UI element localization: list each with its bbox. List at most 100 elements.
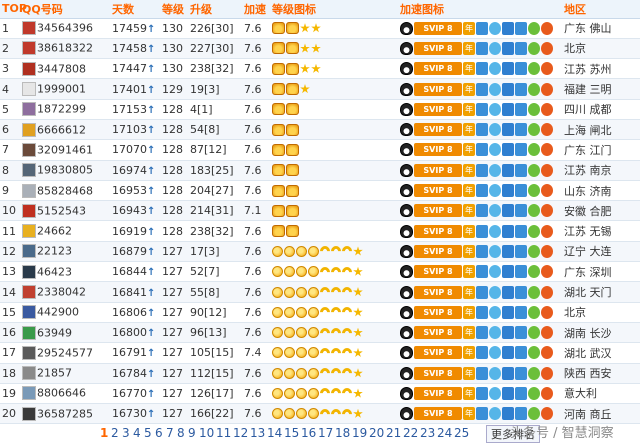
qq-number[interactable]: 6666612 — [37, 123, 86, 136]
game-icon — [528, 346, 540, 360]
qq-cell[interactable]: 2338042 — [20, 281, 110, 303]
page-link[interactable]: 3 — [122, 426, 130, 440]
qq-cell[interactable]: 8806646 — [20, 383, 110, 405]
table-header-row: TOP QQ号码 天数 等级 升级 加速 等级图标 加速图标 地区 — [0, 0, 640, 19]
page-link[interactable]: 18 — [335, 426, 350, 440]
page-link[interactable]: 21 — [386, 426, 401, 440]
qq-number[interactable]: 36587285 — [37, 407, 93, 420]
medal-icon — [541, 326, 553, 340]
qq-number[interactable]: 24662 — [37, 225, 72, 238]
page-link[interactable]: 14 — [267, 426, 282, 440]
qq-number[interactable]: 22123 — [37, 245, 72, 258]
qq-cell[interactable]: 38618322 — [20, 38, 110, 60]
qq-number[interactable]: 63949 — [37, 326, 72, 339]
qq-cell[interactable]: 22123 — [20, 241, 110, 263]
qq-number[interactable]: 34564396 — [37, 22, 93, 35]
crown-icon — [272, 164, 285, 177]
game-icon — [528, 224, 540, 238]
page-link[interactable]: 15 — [284, 426, 299, 440]
qq-cell[interactable]: 29524577 — [20, 342, 110, 364]
qzone-icon — [489, 386, 501, 400]
qq-cell[interactable]: 19830805 — [20, 160, 110, 181]
annual-badge: 年 — [463, 102, 475, 116]
qq-number[interactable]: 29524577 — [37, 346, 93, 359]
days-cell: 16730↑ — [110, 403, 160, 425]
qq-number[interactable]: 46423 — [37, 265, 72, 278]
qq-cell[interactable]: 21857 — [20, 363, 110, 384]
qq-cell[interactable]: 442900 — [20, 302, 110, 323]
qq-penguin-icon — [400, 386, 413, 400]
qq-number[interactable]: 32091461 — [37, 143, 93, 156]
days-cell: 16943↑ — [110, 200, 160, 222]
qq-cell[interactable]: 46423 — [20, 261, 110, 283]
page-link[interactable]: 24 — [437, 426, 452, 440]
region-cell: 江苏 苏州 — [562, 58, 640, 80]
page-link[interactable]: 17 — [318, 426, 333, 440]
qq-number[interactable]: 38618322 — [37, 42, 93, 55]
star-icon — [311, 23, 321, 33]
sun-icon — [308, 347, 319, 359]
mail-icon — [515, 163, 527, 177]
qq-number[interactable]: 1872299 — [37, 103, 86, 116]
crown-icon — [272, 83, 285, 96]
speed-cell: 7.6 — [242, 119, 270, 141]
qq-cell[interactable]: 32091461 — [20, 139, 110, 161]
page-link[interactable]: 11 — [216, 426, 231, 440]
qq-cell[interactable]: 5152543 — [20, 200, 110, 222]
table-row: 6 6666612 17103↑ 128 54[8] 7.6 SVIP 8 年上海 闸北 — [0, 119, 640, 141]
page-link[interactable]: 20 — [369, 426, 384, 440]
page-link[interactable]: 8 — [177, 426, 185, 440]
page-link[interactable]: 9 — [188, 426, 196, 440]
svip-badge: SVIP 8 — [414, 366, 462, 380]
qq-number[interactable]: 85828468 — [37, 184, 93, 197]
medal-icon — [541, 123, 553, 137]
qq-number[interactable]: 5152543 — [37, 204, 86, 217]
qq-cell[interactable]: 3447808 — [20, 58, 110, 80]
page-link[interactable]: 5 — [144, 426, 152, 440]
level-icon-cell — [270, 139, 398, 161]
page-link[interactable]: 23 — [420, 426, 435, 440]
page-link[interactable]: 6 — [155, 426, 163, 440]
qq-number[interactable]: 442900 — [37, 306, 79, 319]
page-link[interactable]: 7 — [166, 426, 174, 440]
days-cell: 16791↑ — [110, 342, 160, 364]
page-link[interactable]: 16 — [301, 426, 316, 440]
arrow-up-icon: ↑ — [147, 246, 156, 258]
page-link[interactable]: 22 — [403, 426, 418, 440]
qq-cell[interactable]: 36587285 — [20, 403, 110, 425]
crown-icon — [286, 204, 299, 217]
qq-cell[interactable]: 63949 — [20, 322, 110, 344]
qq-number[interactable]: 1999001 — [37, 83, 86, 96]
arrow-up-icon: ↑ — [147, 84, 156, 96]
qq-number[interactable]: 2338042 — [37, 286, 86, 299]
header-speed: 加速 — [242, 0, 270, 19]
crown-icon — [286, 42, 299, 55]
rank-cell: 20 — [0, 403, 20, 425]
gem-icon — [476, 62, 488, 76]
speed-cell: 7.6 — [242, 363, 270, 384]
page-link[interactable]: 13 — [250, 426, 265, 440]
gem-icon — [476, 21, 488, 35]
page-link[interactable]: 2 — [111, 426, 119, 440]
page-link[interactable]: 12 — [233, 426, 248, 440]
qq-cell[interactable]: 85828468 — [20, 180, 110, 202]
star-icon — [300, 43, 310, 53]
music-icon — [502, 366, 514, 380]
qq-cell[interactable]: 1872299 — [20, 99, 110, 120]
page-link[interactable]: 19 — [352, 426, 367, 440]
page-link[interactable]: 25 — [454, 426, 469, 440]
qq-cell[interactable]: 34564396 — [20, 18, 110, 39]
page-link[interactable]: 4 — [133, 426, 141, 440]
medal-icon — [541, 41, 553, 55]
qq-number[interactable]: 8806646 — [37, 387, 86, 400]
qq-cell[interactable]: 6666612 — [20, 119, 110, 141]
page-link[interactable]: 10 — [199, 426, 214, 440]
level-icon-cell — [270, 241, 398, 263]
qq-number[interactable]: 3447808 — [37, 62, 86, 75]
page-link[interactable]: 1 — [100, 426, 108, 440]
qq-number[interactable]: 21857 — [37, 367, 72, 380]
qq-cell[interactable]: 1999001 — [20, 78, 110, 100]
qq-cell[interactable]: 24662 — [20, 220, 110, 242]
qq-number[interactable]: 19830805 — [37, 164, 93, 177]
upgrade-cell: 90[12] — [188, 302, 242, 323]
